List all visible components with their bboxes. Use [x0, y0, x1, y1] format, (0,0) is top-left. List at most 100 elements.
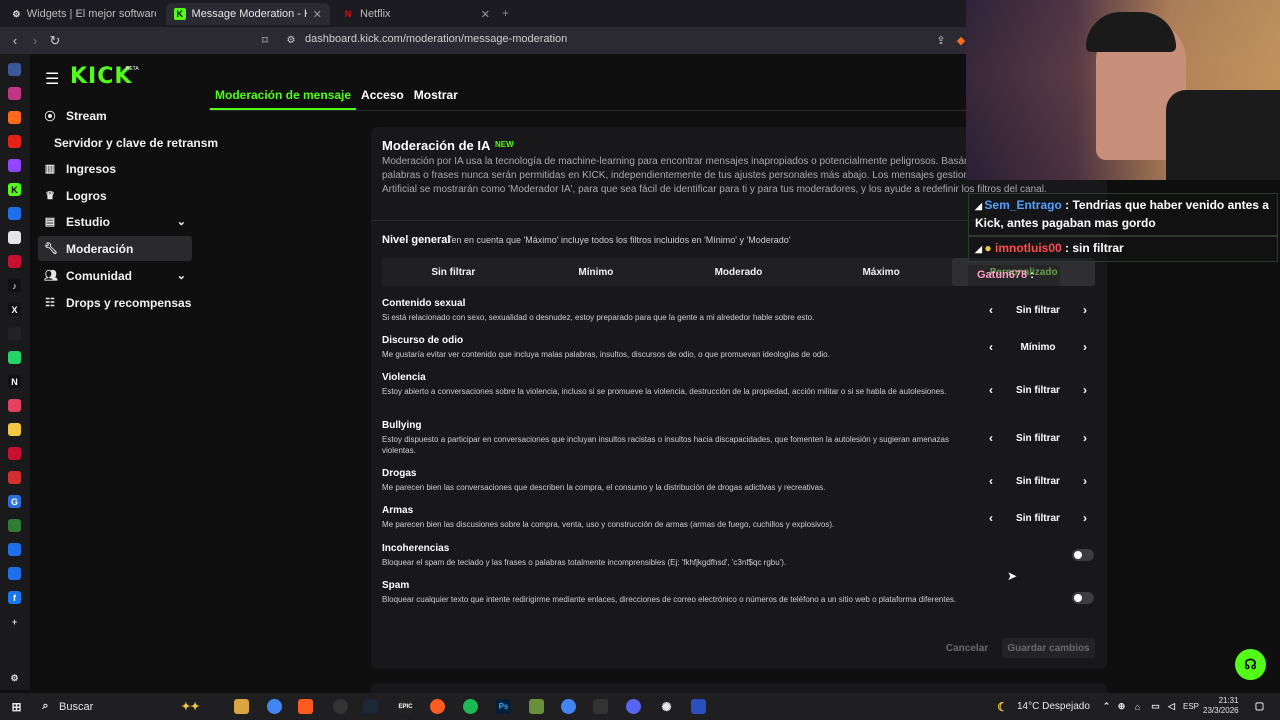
- close-icon[interactable]: ✕: [481, 8, 490, 21]
- chevron-left-icon[interactable]: ‹: [983, 474, 999, 488]
- sidebar-item-revenue[interactable]: ▥ Ingresos: [38, 156, 192, 181]
- obs-icon[interactable]: [333, 699, 348, 714]
- instagram-icon[interactable]: [8, 87, 21, 100]
- capcut-icon[interactable]: [593, 699, 608, 714]
- spam-toggle[interactable]: [1072, 592, 1094, 604]
- chevron-right-icon[interactable]: ›: [1077, 474, 1093, 488]
- x-icon[interactable]: X: [8, 303, 21, 316]
- chatgpt-icon[interactable]: ✺: [659, 699, 674, 714]
- site-info-icon[interactable]: ⚙: [280, 35, 302, 46]
- share-icon[interactable]: ⇪: [930, 34, 952, 47]
- facebook-icon[interactable]: f: [8, 591, 21, 604]
- youtube-icon[interactable]: [8, 135, 21, 148]
- tab-message-moderation[interactable]: Moderación de mensaje: [210, 84, 357, 110]
- app-icon[interactable]: [8, 327, 21, 340]
- app-icon[interactable]: [8, 255, 21, 268]
- app-icon[interactable]: [8, 447, 21, 460]
- sidebar-item-community[interactable]: 👥︎ Comunidad ⌄: [38, 263, 192, 288]
- taskbar-search-label[interactable]: Buscar: [59, 701, 93, 713]
- app-icon[interactable]: [8, 207, 21, 220]
- epic-games-icon[interactable]: EPIC: [398, 699, 413, 714]
- chevron-right-icon[interactable]: ›: [1077, 383, 1093, 397]
- steam-icon[interactable]: [363, 699, 378, 714]
- browser-tab-netflix[interactable]: N Netflix ✕: [334, 3, 498, 25]
- sidebar-item-stream[interactable]: ⦿ Stream: [38, 103, 192, 128]
- whatsapp-icon[interactable]: [8, 351, 21, 364]
- brave-icon[interactable]: [298, 699, 313, 714]
- chevron-right-icon[interactable]: ›: [1077, 511, 1093, 525]
- chevron-left-icon[interactable]: ‹: [983, 511, 999, 525]
- app-icon[interactable]: [8, 543, 21, 556]
- clock[interactable]: 21:31 23/3/2026: [1203, 696, 1239, 716]
- url-input[interactable]: dashboard.kick.com/moderation/message-mo…: [305, 33, 567, 45]
- app-icon[interactable]: [8, 399, 21, 412]
- browser-tab-widgets[interactable]: ⚙ Widgets | El mejor software para pot: [4, 3, 164, 25]
- cancel-button[interactable]: Cancelar: [941, 638, 993, 658]
- chevron-left-icon[interactable]: ‹: [983, 303, 999, 317]
- kick-logo[interactable]: KICK: [70, 64, 132, 89]
- level-option-maximum[interactable]: Máximo: [810, 258, 953, 286]
- chrome-icon[interactable]: [267, 699, 282, 714]
- language-indicator[interactable]: ESP: [1183, 702, 1199, 711]
- app-icon[interactable]: [430, 699, 445, 714]
- level-option-minimum[interactable]: Mínimo: [525, 258, 668, 286]
- kick-icon[interactable]: K: [8, 183, 21, 196]
- spotify-icon[interactable]: [463, 699, 478, 714]
- bookmark-icon[interactable]: ⌑: [254, 34, 276, 47]
- notion-icon[interactable]: N: [8, 375, 21, 388]
- menu-icon[interactable]: ☰: [45, 69, 59, 89]
- app-icon[interactable]: [8, 423, 21, 436]
- chevron-right-icon[interactable]: ›: [1077, 340, 1093, 354]
- close-icon[interactable]: ✕: [313, 8, 322, 21]
- volume-icon[interactable]: ◁: [1164, 699, 1179, 714]
- sidebar-item-studio[interactable]: ▤ Estudio ⌄: [38, 209, 192, 234]
- reload-icon[interactable]: ↻: [44, 33, 66, 49]
- search-icon[interactable]: ⌕: [38, 699, 53, 714]
- sheets-icon[interactable]: [8, 519, 21, 532]
- windows-start-icon[interactable]: ⊞: [9, 699, 24, 714]
- app-icon[interactable]: [691, 699, 706, 714]
- gibberish-toggle[interactable]: [1072, 549, 1094, 561]
- gif-icon[interactable]: G: [8, 495, 21, 508]
- app-icon[interactable]: [8, 63, 21, 76]
- chrome-icon[interactable]: [561, 699, 576, 714]
- help-button[interactable]: ☊: [1235, 649, 1266, 680]
- chat-message: Gatun678 :: [968, 265, 1060, 286]
- save-button[interactable]: Guardar cambios: [1002, 638, 1095, 658]
- new-tab-icon[interactable]: +: [502, 6, 509, 20]
- chevron-right-icon[interactable]: ›: [1077, 431, 1093, 445]
- sidebar-item-stream-key[interactable]: Servidor y clave de retransm: [38, 130, 218, 155]
- photoshop-icon[interactable]: Ps: [496, 699, 511, 714]
- discord-icon[interactable]: [626, 699, 641, 714]
- browser-tab-kick[interactable]: K Message Moderation - Kick Dash ✕: [166, 3, 330, 25]
- sidebar-item-achievements[interactable]: ♛ Logros: [38, 183, 192, 208]
- twitch-icon[interactable]: [8, 159, 21, 172]
- forward-icon[interactable]: ›: [24, 33, 46, 48]
- network-icon[interactable]: ⌂: [1130, 699, 1145, 714]
- tab-access[interactable]: Acceso: [356, 84, 409, 110]
- tab-display[interactable]: Mostrar: [409, 84, 463, 110]
- chevron-left-icon[interactable]: ‹: [983, 383, 999, 397]
- notifications-icon[interactable]: ▢: [1252, 699, 1267, 714]
- app-icon[interactable]: [529, 699, 544, 714]
- tiktok-icon[interactable]: ♪: [8, 279, 21, 292]
- weather-label[interactable]: 14°C Despejado: [1017, 701, 1090, 712]
- back-icon[interactable]: ‹: [4, 33, 26, 48]
- chevron-up-icon[interactable]: ⌃: [1099, 699, 1114, 714]
- app-icon[interactable]: [8, 111, 21, 124]
- sidebar-item-moderation[interactable]: 🔧︎ Moderación: [38, 236, 192, 261]
- app-icon[interactable]: [8, 567, 21, 580]
- app-icon[interactable]: [8, 471, 21, 484]
- sidebar-item-drops[interactable]: ☷ Drops y recompensas: [38, 290, 192, 315]
- battery-icon[interactable]: ▭: [1148, 699, 1163, 714]
- chevron-right-icon[interactable]: ›: [1077, 303, 1093, 317]
- level-option-none[interactable]: Sin filtrar: [382, 258, 525, 286]
- chevron-left-icon[interactable]: ‹: [983, 431, 999, 445]
- add-icon[interactable]: +: [8, 615, 21, 628]
- tray-icon[interactable]: ⊕: [1114, 699, 1129, 714]
- chevron-left-icon[interactable]: ‹: [983, 340, 999, 354]
- app-icon[interactable]: [8, 231, 21, 244]
- settings-icon[interactable]: ⚙: [8, 672, 21, 685]
- file-explorer-icon[interactable]: [234, 699, 249, 714]
- level-option-moderate[interactable]: Moderado: [667, 258, 810, 286]
